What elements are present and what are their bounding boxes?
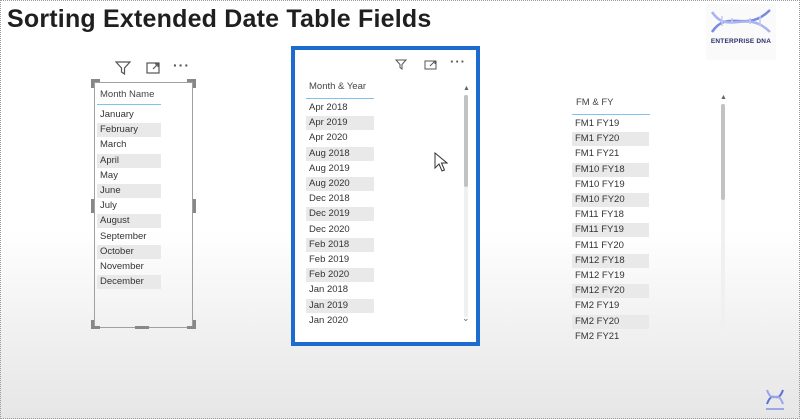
focus-mode-icon[interactable] — [424, 59, 438, 72]
resize-handle[interactable] — [193, 199, 196, 213]
slicer-item[interactable]: June — [97, 184, 161, 198]
slicer-item[interactable]: Aug 2020 — [306, 177, 374, 191]
slicer-item[interactable]: Jan 2020 — [306, 314, 374, 328]
slicer-item[interactable]: FM10 FY20 — [572, 193, 649, 207]
scroll-up-icon[interactable]: ▲ — [463, 85, 470, 92]
header-underline — [572, 114, 650, 115]
slicer-item[interactable]: FM11 FY18 — [572, 208, 649, 222]
filter-icon[interactable] — [394, 59, 408, 72]
scroll-down-icon[interactable]: ⌄ — [462, 313, 470, 324]
focus-mode-icon[interactable] — [146, 61, 161, 77]
scroll-up-icon[interactable]: ▲ — [720, 94, 727, 101]
slicer-item[interactable]: Feb 2018 — [306, 237, 374, 252]
slicer-item[interactable]: Apr 2019 — [306, 116, 374, 131]
slicer-item[interactable]: FM2 FY21 — [572, 330, 649, 344]
resize-handle[interactable] — [91, 199, 94, 213]
slicer-header: FM & FY — [576, 97, 614, 108]
slicer-item[interactable]: Aug 2019 — [306, 162, 374, 176]
slicer-item[interactable]: January — [97, 108, 161, 122]
slicer-item[interactable]: FM2 FY19 — [572, 299, 649, 313]
slicer-item[interactable]: September — [97, 230, 161, 244]
resize-handle[interactable] — [193, 320, 196, 329]
slicer-item[interactable]: November — [97, 260, 161, 274]
slicer-item[interactable]: April — [97, 153, 161, 168]
slicer-item[interactable]: FM11 FY20 — [572, 239, 649, 253]
slicer-item[interactable]: FM12 FY20 — [572, 284, 649, 299]
slicer-item[interactable]: August — [97, 214, 161, 229]
slicer-item[interactable]: FM12 FY19 — [572, 269, 649, 283]
resize-handle[interactable] — [91, 320, 94, 329]
slicer-item[interactable]: Jan 2019 — [306, 298, 374, 313]
slicer-item[interactable]: December — [97, 275, 161, 290]
more-options-icon[interactable]: ··· — [450, 55, 466, 68]
slicer-item[interactable]: Dec 2019 — [306, 207, 374, 222]
resize-handle[interactable] — [91, 79, 94, 88]
slicer-item[interactable]: FM12 FY18 — [572, 253, 649, 268]
slicer-item[interactable]: FM1 FY19 — [572, 117, 649, 131]
resize-handle[interactable] — [135, 326, 149, 329]
slicer-item[interactable]: Jan 2018 — [306, 283, 374, 297]
slicer-header: Month Name — [100, 89, 155, 100]
scrollbar-thumb[interactable] — [721, 104, 725, 200]
slicer-item[interactable]: FM10 FY18 — [572, 162, 649, 177]
slicer-item[interactable]: October — [97, 244, 161, 259]
slicer-item[interactable]: FM2 FY20 — [572, 314, 649, 329]
logo-text: ENTERPRISE DNA — [710, 38, 772, 45]
slicer-item[interactable]: FM11 FY19 — [572, 223, 649, 238]
resize-handle[interactable] — [193, 79, 196, 88]
dna-helix-icon — [710, 9, 771, 33]
slicer-item[interactable]: Dec 2020 — [306, 223, 374, 237]
more-options-icon[interactable]: ··· — [173, 58, 190, 72]
header-underline — [306, 98, 374, 99]
slicer-item[interactable]: Dec 2018 — [306, 192, 374, 206]
slicer-item[interactable]: Feb 2020 — [306, 268, 374, 283]
slicer-item[interactable]: March — [97, 138, 161, 152]
slicer-item[interactable]: May — [97, 169, 161, 183]
dna-helix-icon — [766, 389, 784, 410]
mouse-cursor-icon — [434, 152, 448, 172]
slicer-item[interactable]: July — [97, 199, 161, 213]
page-title: Sorting Extended Date Table Fields — [7, 5, 432, 33]
slicer-item[interactable]: February — [97, 123, 161, 138]
slicer-item[interactable]: FM10 FY19 — [572, 178, 649, 192]
slicer-item[interactable]: Aug 2018 — [306, 146, 374, 161]
enterprise-dna-logo: ENTERPRISE DNA — [706, 4, 776, 60]
slicer-header: Month & Year — [309, 81, 367, 92]
header-underline — [97, 104, 161, 105]
slicer-item[interactable]: Feb 2019 — [306, 253, 374, 267]
slicer-item[interactable]: FM1 FY21 — [572, 147, 649, 161]
slicer-item[interactable]: Apr 2020 — [306, 131, 374, 145]
slicer-item[interactable]: FM1 FY20 — [572, 132, 649, 147]
scrollbar-thumb[interactable] — [464, 95, 468, 187]
slicer-item[interactable]: Apr 2018 — [306, 101, 374, 115]
filter-icon[interactable] — [114, 61, 132, 77]
